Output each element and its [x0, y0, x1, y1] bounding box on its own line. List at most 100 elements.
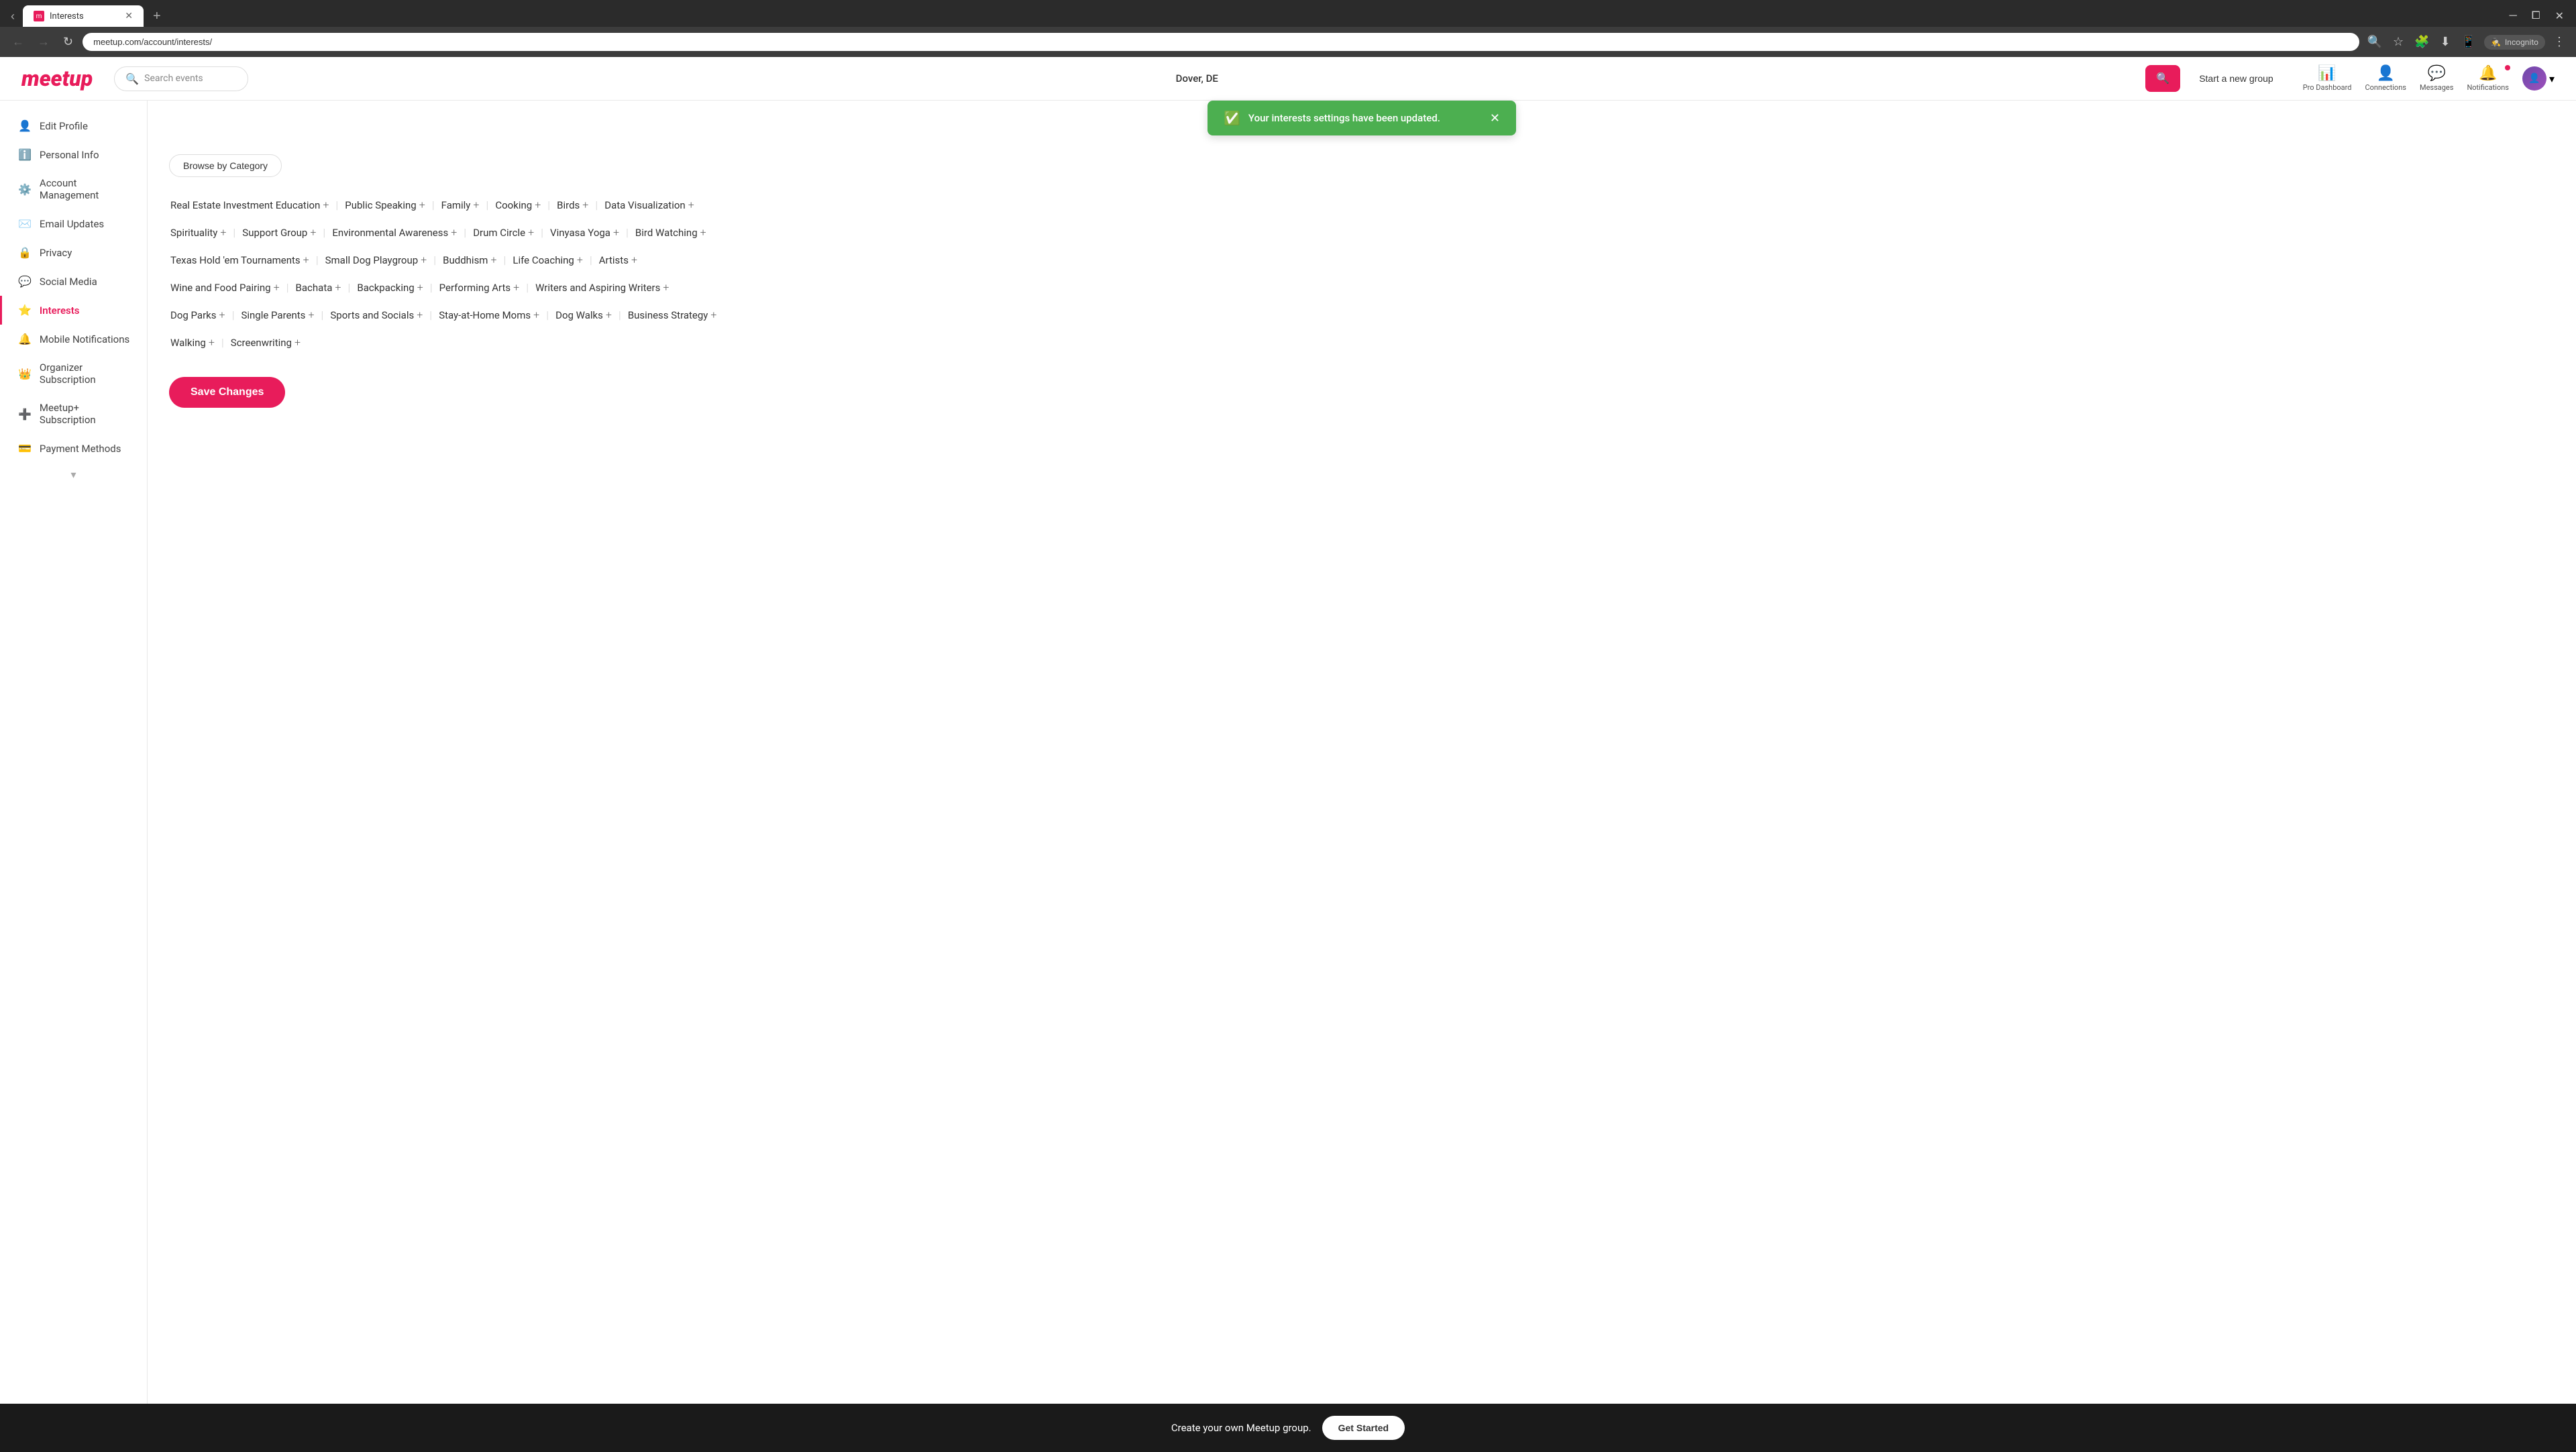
sidebar-item-payment-methods[interactable]: 💳 Payment Methods [0, 434, 147, 463]
interest-tag-texas-holdem[interactable]: Texas Hold 'em Tournaments + [169, 251, 311, 269]
interest-tag-spirituality[interactable]: Spirituality + [169, 223, 227, 241]
close-button[interactable]: ✕ [2548, 8, 2571, 24]
more-button[interactable]: ⋮ [2551, 32, 2568, 52]
reload-button[interactable]: ↻ [59, 32, 77, 52]
back-button[interactable]: ← [8, 32, 28, 52]
plus-icon: + [631, 254, 637, 266]
interest-tag-sports-socials[interactable]: Sports and Socials + [329, 306, 424, 324]
interest-tag-bachata[interactable]: Bachata + [294, 278, 343, 296]
sidebar-item-mobile-notifications[interactable]: 🔔 Mobile Notifications [0, 325, 147, 353]
interest-label: Life Coaching [513, 254, 574, 266]
interest-row-2: Spirituality + | Support Group + | Envir… [169, 223, 2555, 241]
start-group-button[interactable]: Start a new group [2191, 68, 2282, 89]
separator: | [233, 226, 235, 239]
interest-tag-drum-circle[interactable]: Drum Circle + [472, 223, 535, 241]
sidebar-item-personal-info[interactable]: ℹ️ Personal Info [0, 140, 147, 169]
maximize-button[interactable]: ⧠ [2525, 9, 2547, 23]
address-input[interactable] [83, 33, 2359, 51]
plus-icon: + [663, 281, 669, 294]
interest-tag-support-group[interactable]: Support Group + [241, 223, 317, 241]
bookmark-button[interactable]: ☆ [2390, 32, 2406, 52]
sidebar-item-interests[interactable]: ⭐ Interests [0, 296, 147, 325]
notifications-icon: 🔔 [2479, 65, 2497, 82]
connections-link[interactable]: 👤 Connections [2365, 65, 2406, 92]
interest-tag-small-dog-playgroup[interactable]: Small Dog Playgroup + [324, 251, 429, 269]
logo[interactable]: meetup [21, 66, 93, 91]
save-changes-button[interactable]: Save Changes [169, 377, 285, 408]
sidebar-item-privacy[interactable]: 🔒 Privacy [0, 238, 147, 267]
interest-label: Data Visualization [604, 199, 685, 211]
sidebar-item-meetup-plus[interactable]: ➕ Meetup+ Subscription [0, 394, 147, 434]
browser-actions: 🔍 ☆ 🧩 ⬇ 📱 🕵 Incognito ⋮ [2365, 32, 2568, 52]
interest-tag-stay-at-home-moms[interactable]: Stay-at-Home Moms + [437, 306, 541, 324]
interest-row-4: Wine and Food Pairing + | Bachata + | Ba… [169, 278, 2555, 296]
minimize-button[interactable]: ─ [2502, 9, 2523, 23]
interest-tag-environmental-awareness[interactable]: Environmental Awareness + [331, 223, 458, 241]
tab-close-button[interactable]: ✕ [125, 11, 133, 21]
browser-chrome: ‹ m Interests ✕ + ─ ⧠ ✕ ← → ↻ 🔍 ☆ 🧩 ⬇ 📱 … [0, 0, 2576, 57]
search-browser-button[interactable]: 🔍 [2365, 32, 2385, 52]
interest-row-1: Real Estate Investment Education + | Pub… [169, 196, 2555, 214]
plus-icon: + [335, 281, 341, 294]
interest-tag-wine-food[interactable]: Wine and Food Pairing + [169, 278, 281, 296]
interest-label: Dog Parks [170, 309, 217, 321]
browse-category-button[interactable]: Browse by Category [169, 154, 282, 177]
interest-tag-cooking[interactable]: Cooking + [494, 196, 542, 214]
interest-tag-birds[interactable]: Birds + [555, 196, 590, 214]
new-tab-button[interactable]: + [146, 6, 168, 27]
pro-dashboard-link[interactable]: 📊 Pro Dashboard [2303, 65, 2352, 92]
plus-icon: + [451, 226, 457, 239]
get-started-button[interactable]: Get Started [1322, 1416, 1405, 1440]
separator: | [232, 309, 235, 321]
interest-label: Birds [557, 199, 580, 211]
interest-tag-business-strategy[interactable]: Business Strategy + [627, 306, 718, 324]
interest-tag-single-parents[interactable]: Single Parents + [239, 306, 315, 324]
sidebar-scroll-down[interactable]: ▾ [0, 468, 147, 481]
interest-tag-life-coaching[interactable]: Life Coaching + [511, 251, 584, 269]
sidebar-item-edit-profile[interactable]: 👤 Edit Profile [0, 111, 147, 140]
sidebar-item-social-media[interactable]: 💬 Social Media [0, 267, 147, 296]
active-tab[interactable]: m Interests ✕ [23, 5, 144, 27]
interest-tag-performing-arts[interactable]: Performing Arts + [438, 278, 521, 296]
success-close-button[interactable]: ✕ [1490, 111, 1500, 125]
messages-label: Messages [2420, 83, 2453, 92]
interest-tag-real-estate[interactable]: Real Estate Investment Education + [169, 196, 330, 214]
tab-nav-back[interactable]: ‹ [5, 7, 20, 26]
search-submit-button[interactable]: 🔍 [2145, 65, 2180, 92]
messages-link[interactable]: 💬 Messages [2420, 65, 2453, 92]
plus-icon: + [220, 226, 226, 239]
interest-tag-writers[interactable]: Writers and Aspiring Writers + [534, 278, 670, 296]
separator: | [464, 226, 466, 239]
pro-dashboard-icon: 📊 [2318, 65, 2336, 82]
separator: | [347, 281, 350, 294]
download-button[interactable]: ⬇ [2438, 32, 2453, 52]
sidebar-item-organizer-subscription[interactable]: 👑 Organizer Subscription [0, 353, 147, 394]
interest-tag-screenwriting[interactable]: Screenwriting + [229, 333, 302, 351]
interest-tag-public-speaking[interactable]: Public Speaking + [343, 196, 426, 214]
device-button[interactable]: 📱 [2459, 32, 2479, 52]
interest-tag-data-visualization[interactable]: Data Visualization + [603, 196, 696, 214]
user-avatar-container[interactable]: 👤 ▾ [2522, 66, 2555, 91]
interest-tag-walking[interactable]: Walking + [169, 333, 216, 351]
sidebar-item-account-management[interactable]: ⚙️ Account Management [0, 169, 147, 209]
interest-label: Spirituality [170, 227, 217, 239]
interest-tag-bird-watching[interactable]: Bird Watching + [634, 223, 708, 241]
interest-tag-backpacking[interactable]: Backpacking + [356, 278, 424, 296]
interest-label: Texas Hold 'em Tournaments [170, 254, 301, 266]
interest-tag-dog-parks[interactable]: Dog Parks + [169, 306, 227, 324]
interest-tag-buddhism[interactable]: Buddhism + [441, 251, 498, 269]
search-bar[interactable]: 🔍 Search events [114, 66, 248, 91]
sidebar-label-privacy: Privacy [40, 247, 72, 259]
interest-label: Wine and Food Pairing [170, 282, 271, 294]
interest-tag-dog-walks[interactable]: Dog Walks + [554, 306, 613, 324]
forward-button[interactable]: → [34, 32, 54, 52]
plus-icon: + [688, 199, 694, 211]
sidebar-item-email-updates[interactable]: ✉️ Email Updates [0, 209, 147, 238]
interest-tag-family[interactable]: Family + [440, 196, 481, 214]
interest-tag-artists[interactable]: Artists + [598, 251, 639, 269]
plus-icon: + [303, 254, 309, 266]
notifications-link[interactable]: 🔔 Notifications [2467, 65, 2509, 92]
interest-tag-vinyasa-yoga[interactable]: Vinyasa Yoga + [549, 223, 621, 241]
extensions-button[interactable]: 🧩 [2412, 32, 2432, 52]
organizer-subscription-icon: 👑 [18, 368, 32, 380]
